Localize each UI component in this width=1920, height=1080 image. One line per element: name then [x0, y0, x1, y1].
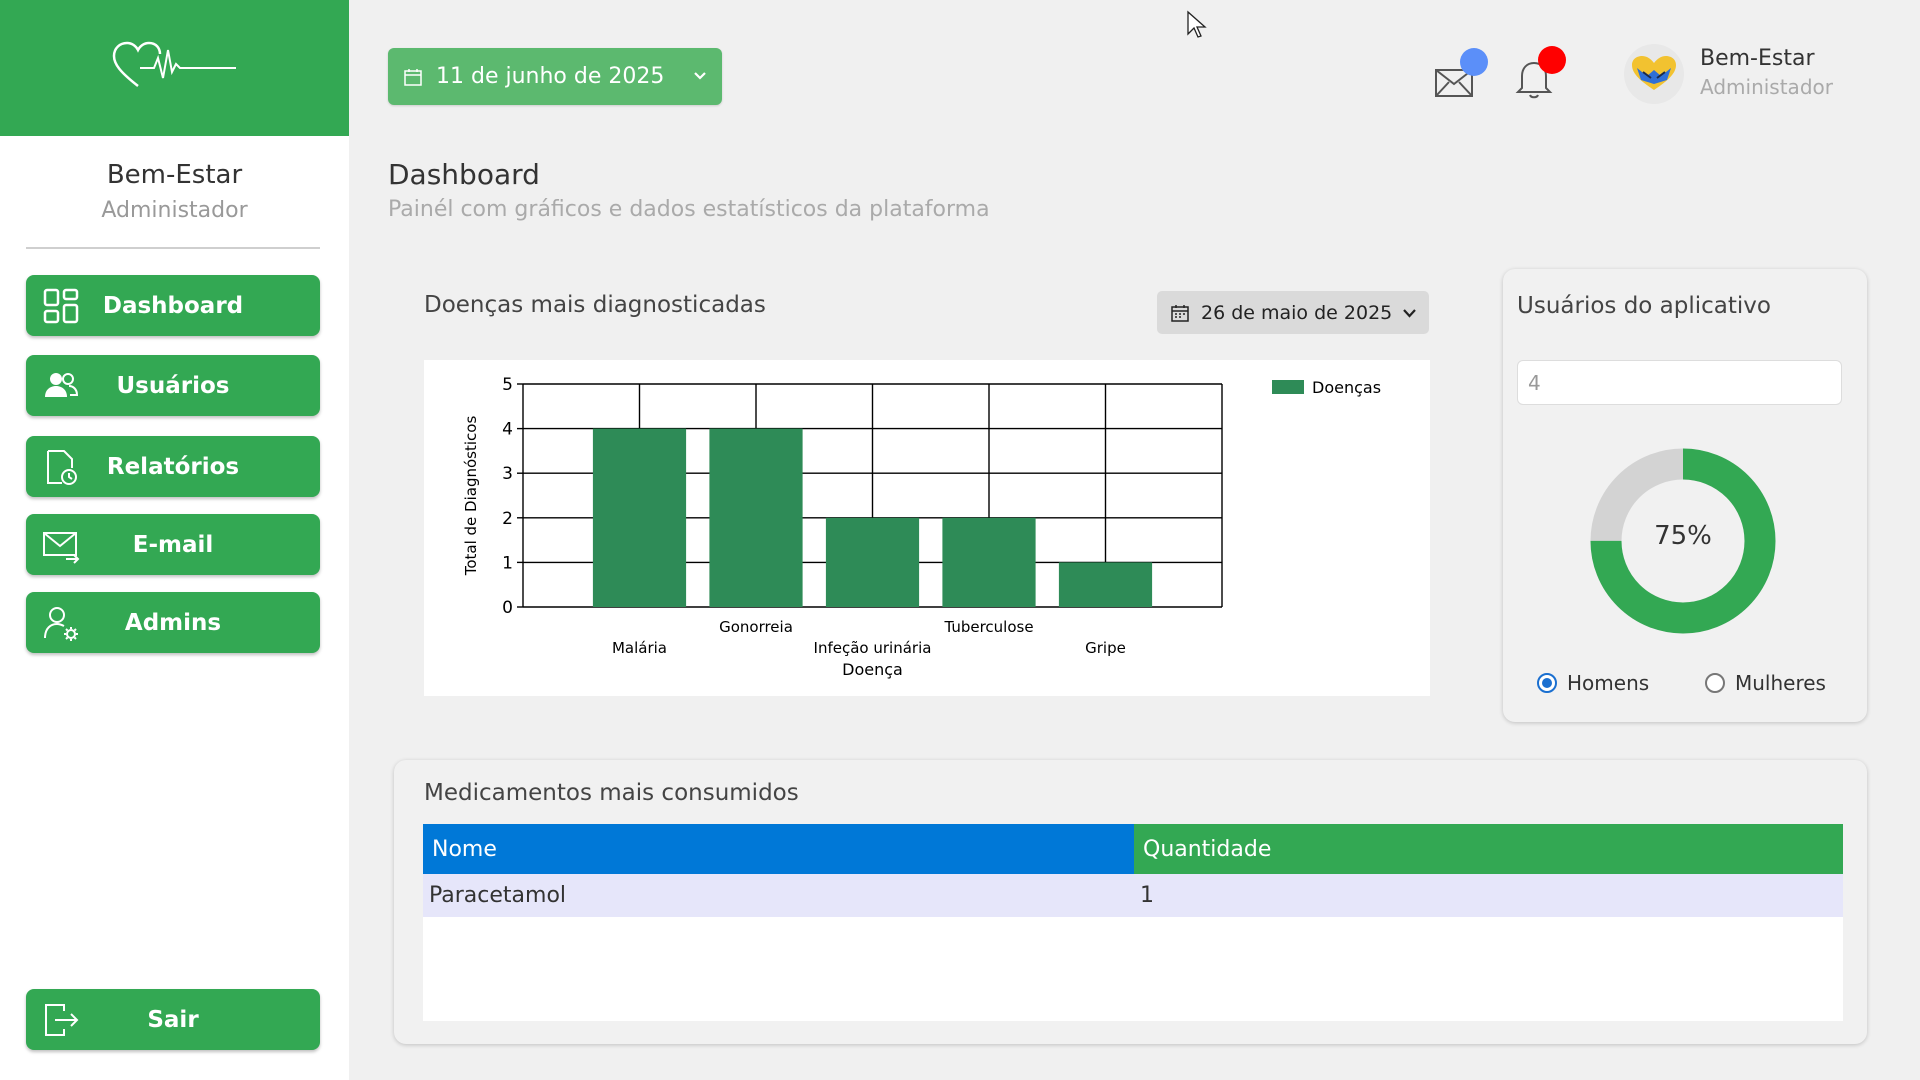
radio-men-label: Homens: [1567, 671, 1650, 695]
chart-date-picker[interactable]: 26 de maio de 2025: [1157, 291, 1429, 334]
y-tick-label: 4: [502, 420, 513, 440]
users-card: Usuários do aplicativo 75% Homens Mulher…: [1503, 269, 1867, 722]
heartbeat-logo-icon: [112, 41, 236, 87]
x-axis-label: Doença: [842, 660, 903, 679]
y-tick-label: 5: [502, 375, 513, 395]
bar-mal-ria: [592, 428, 687, 607]
logout-icon: [45, 1004, 79, 1036]
diseases-chart-panel: 0 1 2 3 4 5 Malária Gonorreia Infeção urinária Tu…: [424, 360, 1430, 696]
bar-gripe: [1058, 562, 1153, 607]
diseases-bar-chart: 0 1 2 3 4 5 Malária Gonorreia Infeção urinária Tu…: [462, 375, 1381, 679]
logo-area: [0, 0, 349, 136]
sidebar-item-dashboard[interactable]: Dashboard: [26, 275, 320, 336]
page-title: Dashboard: [388, 158, 540, 191]
users-card-title: Usuários do aplicativo: [1517, 293, 1771, 319]
chart-date-text: 26 de maio de 2025: [1201, 301, 1393, 324]
x-tick-label: Tuberculose: [943, 618, 1033, 636]
x-tick-label: Gonorreia: [719, 618, 793, 636]
sidebar-divider: [26, 247, 320, 249]
mail-send-icon: [43, 532, 80, 564]
calendar-icon: [1171, 304, 1189, 322]
sidebar-item-reports[interactable]: Relatórios: [26, 436, 320, 497]
mouse-cursor-icon: [1187, 10, 1207, 38]
notifications-badge: [1538, 46, 1566, 74]
sidebar: Bem-Estar Administador Dashboard Usuário…: [0, 0, 349, 1080]
radio-women[interactable]: Mulheres: [1705, 671, 1826, 695]
donut-percent-label: 75%: [1654, 521, 1712, 551]
y-tick-label: 1: [502, 553, 513, 573]
logout-button[interactable]: Sair: [26, 989, 320, 1050]
radio-men-dot[interactable]: [1537, 673, 1557, 693]
legend-label: Doenças: [1312, 378, 1381, 397]
x-tick-label: Gripe: [1085, 639, 1126, 657]
bar-gonorreia: [709, 428, 803, 607]
radio-women-label: Mulheres: [1735, 671, 1826, 695]
notifications-button[interactable]: [1514, 46, 1566, 100]
sidebar-item-admins[interactable]: Admins: [26, 592, 320, 653]
messages-badge: [1460, 48, 1488, 76]
header-date-picker[interactable]: 11 de junho de 2025: [388, 48, 722, 105]
radio-men[interactable]: Homens: [1537, 671, 1649, 695]
y-axis-label: Total de Diagnósticos: [462, 416, 480, 577]
medications-table: Nome Quantidade Paracetamol 1: [423, 824, 1843, 1021]
sidebar-item-email[interactable]: E-mail: [26, 514, 320, 575]
medications-card-title: Medicamentos mais consumidos: [424, 780, 799, 806]
header-date-text: 11 de junho de 2025: [436, 64, 665, 89]
users-icon: [45, 373, 79, 397]
table-cell-name[interactable]: Paracetamol: [423, 874, 1134, 917]
y-tick-label: 0: [502, 598, 513, 618]
dashboard-grid-icon: [43, 288, 79, 324]
admin-gear-icon: [44, 607, 78, 641]
x-tick-label: Infeção urinária: [814, 639, 932, 657]
x-tick-label: Malária: [612, 639, 667, 657]
avatar[interactable]: [1624, 44, 1684, 104]
radio-women-dot[interactable]: [1705, 673, 1725, 693]
calendar-icon: [404, 68, 422, 86]
chevron-down-icon: [1403, 309, 1416, 318]
table-header-name[interactable]: Nome: [423, 824, 1134, 874]
medications-card: Medicamentos mais consumidos Nome Quanti…: [394, 760, 1867, 1044]
header-user-role: Administador: [1700, 75, 1833, 99]
table-cell-quantity[interactable]: 1: [1134, 874, 1843, 917]
report-icon: [47, 450, 77, 485]
messages-button[interactable]: [1434, 48, 1488, 100]
bar-infe-o-urin-ria: [825, 517, 920, 607]
page-subtitle: Painél com gráficos e dados estatísticos…: [388, 197, 990, 222]
header-user-name: Bem-Estar: [1700, 46, 1815, 71]
table-header-quantity[interactable]: Quantidade: [1134, 824, 1843, 874]
sidebar-profile-role: Administador: [101, 198, 248, 223]
sidebar-profile-name: Bem-Estar: [106, 160, 243, 190]
legend-swatch: [1272, 380, 1304, 394]
diseases-chart-title: Doenças mais diagnosticadas: [424, 292, 766, 318]
handshake-heart-icon: [1632, 56, 1676, 90]
users-count-field[interactable]: [1517, 360, 1842, 405]
y-tick-label: 2: [502, 509, 513, 529]
chevron-down-icon: [694, 72, 706, 80]
sidebar-item-users[interactable]: Usuários: [26, 355, 320, 416]
bar-tuberculose: [942, 517, 1036, 607]
y-tick-label: 3: [502, 464, 513, 484]
